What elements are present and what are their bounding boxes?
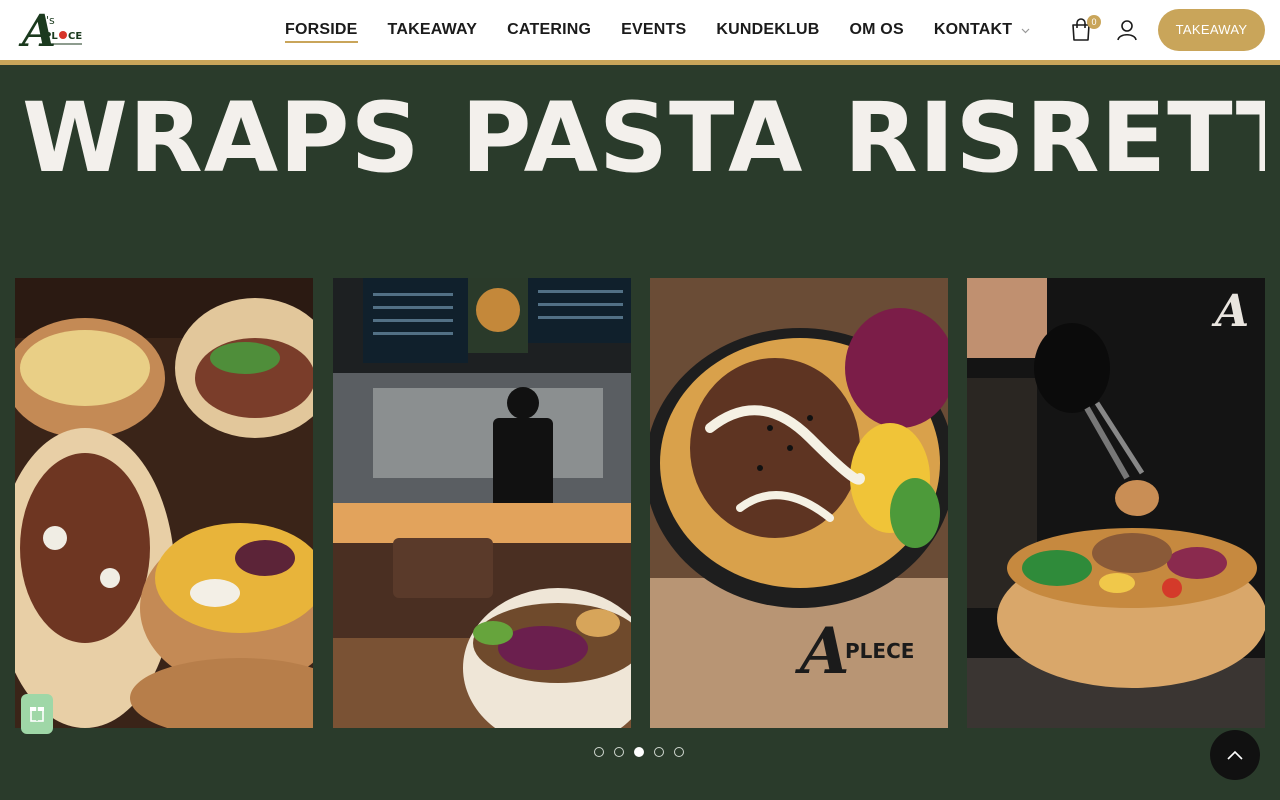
wraps-and-bowls-photo[interactable] bbox=[15, 278, 313, 728]
takeaway-cta-button[interactable]: TAKEAWAY bbox=[1158, 9, 1265, 51]
site-logo[interactable]: A 's PL CE bbox=[18, 4, 88, 57]
gift-icon bbox=[30, 707, 44, 722]
svg-text:A: A bbox=[795, 614, 850, 689]
gift-widget-button[interactable] bbox=[21, 694, 53, 734]
cart-count-badge: 0 bbox=[1087, 15, 1101, 29]
nav-item-events[interactable]: EVENTS bbox=[606, 0, 701, 60]
carousel-dot[interactable] bbox=[594, 747, 604, 757]
chef-serving-bowl-photo[interactable]: A bbox=[967, 278, 1265, 728]
carousel-pagination bbox=[594, 747, 684, 757]
svg-text:PL: PL bbox=[44, 31, 58, 42]
nav-item-kundeklub[interactable]: KUNDEKLUB bbox=[701, 0, 834, 60]
nav-label: CATERING bbox=[507, 21, 592, 38]
svg-text:'s: 's bbox=[46, 14, 55, 27]
nav-label: FORSIDE bbox=[285, 21, 358, 38]
chevron-down-icon bbox=[1021, 0, 1030, 60]
marquee-word: RISRETTER bbox=[843, 82, 1265, 194]
carousel-dot-active[interactable] bbox=[634, 747, 644, 757]
marquee-track: WRAPS PASTA RISRETTER bbox=[22, 83, 1265, 193]
nav-item-takeaway[interactable]: TAKEAWAY bbox=[373, 0, 493, 60]
nav-label: KONTAKT bbox=[933, 21, 1013, 39]
marquee-word: PASTA bbox=[461, 82, 804, 194]
carousel-dot[interactable] bbox=[674, 747, 684, 757]
nav-item-forside[interactable]: FORSIDE bbox=[270, 0, 373, 60]
carousel-dot[interactable] bbox=[654, 747, 664, 757]
category-marquee: WRAPS PASTA RISRETTER bbox=[0, 65, 1265, 215]
nav-label: KUNDEKLUB bbox=[716, 21, 820, 38]
svg-text:A: A bbox=[1211, 286, 1249, 337]
loaded-fries-bowl-photo[interactable]: A PLECE bbox=[650, 278, 948, 728]
main-nav: FORSIDE TAKEAWAY CATERING EVENTS KUNDEKL… bbox=[270, 0, 1045, 60]
nav-item-kontakt[interactable]: KONTAKT bbox=[919, 0, 1045, 60]
marquee-word: WRAPS bbox=[22, 82, 421, 194]
svg-text:CE: CE bbox=[68, 31, 82, 42]
nav-item-catering[interactable]: CATERING bbox=[492, 0, 606, 60]
restaurant-kitchen-photo[interactable] bbox=[333, 278, 631, 728]
scroll-to-top-button[interactable] bbox=[1210, 730, 1260, 780]
svg-text:PLECE: PLECE bbox=[845, 639, 914, 663]
user-icon[interactable] bbox=[1116, 18, 1138, 42]
site-header: A 's PL CE FORSIDE TAKEAWAY CATERING EVE… bbox=[0, 0, 1280, 60]
nav-label: TAKEAWAY bbox=[387, 21, 478, 38]
chevron-up-icon bbox=[1227, 750, 1243, 760]
nav-label: OM OS bbox=[849, 21, 904, 38]
nav-item-om-os[interactable]: OM OS bbox=[834, 0, 918, 60]
carousel-dot[interactable] bbox=[614, 747, 624, 757]
nav-label: EVENTS bbox=[621, 21, 687, 38]
